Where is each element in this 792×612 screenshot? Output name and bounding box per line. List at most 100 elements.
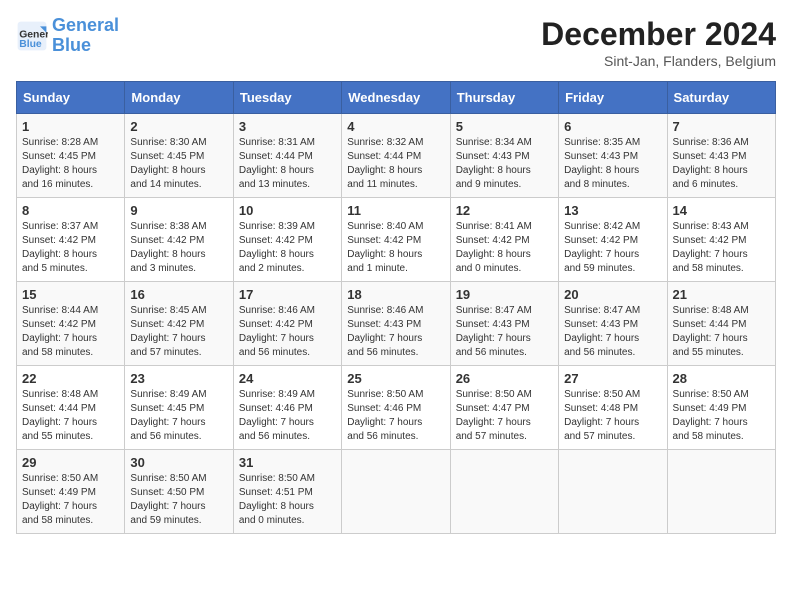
day-detail: Sunrise: 8:31 AMSunset: 4:44 PMDaylight:… <box>239 137 315 190</box>
day-number: 27 <box>564 371 661 386</box>
day-number: 14 <box>673 203 770 218</box>
day-number: 7 <box>673 119 770 134</box>
calendar-table: SundayMondayTuesdayWednesdayThursdayFrid… <box>16 81 776 534</box>
day-detail: Sunrise: 8:28 AMSunset: 4:45 PMDaylight:… <box>22 137 98 190</box>
day-detail: Sunrise: 8:49 AMSunset: 4:46 PMDaylight:… <box>239 389 315 442</box>
page-header: General Blue General Blue December 2024 … <box>16 16 776 69</box>
calendar-week-row: 8 Sunrise: 8:37 AMSunset: 4:42 PMDaylight… <box>17 198 776 282</box>
main-title: December 2024 <box>541 16 776 53</box>
calendar-day-cell: 5Sunrise: 8:34 AMSunset: 4:43 PMDaylight… <box>450 114 558 198</box>
day-detail: Sunrise: 8:43 AMSunset: 4:42 PMDaylight:… <box>673 221 749 274</box>
day-number: 23 <box>130 371 227 386</box>
logo-text-line1: General <box>52 16 119 36</box>
calendar-day-cell: 21 Sunrise: 8:48 AMSunset: 4:44 PMDayligh… <box>667 282 775 366</box>
calendar-day-cell: 9Sunrise: 8:38 AMSunset: 4:42 PMDaylight… <box>125 198 233 282</box>
day-number: 19 <box>456 287 553 302</box>
day-detail: Sunrise: 8:50 AMSunset: 4:46 PMDaylight:… <box>347 389 423 442</box>
calendar-week-row: 22 Sunrise: 8:48 AMSunset: 4:44 PMDayligh… <box>17 366 776 450</box>
day-number: 21 <box>673 287 770 302</box>
logo: General Blue General Blue <box>16 16 119 56</box>
day-number: 28 <box>673 371 770 386</box>
calendar-day-cell: 25 Sunrise: 8:50 AMSunset: 4:46 PMDayligh… <box>342 366 450 450</box>
day-number: 13 <box>564 203 661 218</box>
calendar-day-cell: 7 Sunrise: 8:36 AMSunset: 4:43 PMDaylight… <box>667 114 775 198</box>
calendar-day-cell: 22 Sunrise: 8:48 AMSunset: 4:44 PMDayligh… <box>17 366 125 450</box>
day-detail: Sunrise: 8:35 AMSunset: 4:43 PMDaylight:… <box>564 137 640 190</box>
day-detail: Sunrise: 8:49 AMSunset: 4:45 PMDaylight:… <box>130 389 206 442</box>
calendar-day-cell: 4 Sunrise: 8:32 AMSunset: 4:44 PMDaylight… <box>342 114 450 198</box>
day-number: 4 <box>347 119 444 134</box>
column-header-tuesday: Tuesday <box>233 82 341 114</box>
day-detail: Sunrise: 8:30 AMSunset: 4:45 PMDaylight:… <box>130 137 206 190</box>
column-header-sunday: Sunday <box>17 82 125 114</box>
day-number: 22 <box>22 371 119 386</box>
day-detail: Sunrise: 8:46 AMSunset: 4:42 PMDaylight:… <box>239 305 315 358</box>
day-number: 20 <box>564 287 661 302</box>
calendar-day-cell: 19Sunrise: 8:47 AMSunset: 4:43 PMDayligh… <box>450 282 558 366</box>
calendar-day-cell: 1 Sunrise: 8:28 AMSunset: 4:45 PMDaylight… <box>17 114 125 198</box>
logo-text-line2: Blue <box>52 36 119 56</box>
calendar-day-cell: 12 Sunrise: 8:41 AMSunset: 4:42 PMDayligh… <box>450 198 558 282</box>
day-detail: Sunrise: 8:48 AMSunset: 4:44 PMDaylight:… <box>673 305 749 358</box>
calendar-day-cell: 13 Sunrise: 8:42 AMSunset: 4:42 PMDayligh… <box>559 198 667 282</box>
calendar-day-cell: 10 Sunrise: 8:39 AMSunset: 4:42 PMDayligh… <box>233 198 341 282</box>
day-detail: Sunrise: 8:39 AMSunset: 4:42 PMDaylight:… <box>239 221 315 274</box>
calendar-day-cell: 29 Sunrise: 8:50 AMSunset: 4:49 PMDayligh… <box>17 450 125 534</box>
day-detail: Sunrise: 8:50 AMSunset: 4:50 PMDaylight:… <box>130 473 206 526</box>
column-header-friday: Friday <box>559 82 667 114</box>
title-area: December 2024 Sint-Jan, Flanders, Belgiu… <box>541 16 776 69</box>
calendar-empty-cell <box>667 450 775 534</box>
day-number: 18 <box>347 287 444 302</box>
calendar-day-cell: 30Sunrise: 8:50 AMSunset: 4:50 PMDayligh… <box>125 450 233 534</box>
day-number: 1 <box>22 119 119 134</box>
column-header-wednesday: Wednesday <box>342 82 450 114</box>
day-number: 17 <box>239 287 336 302</box>
calendar-day-cell: 3 Sunrise: 8:31 AMSunset: 4:44 PMDaylight… <box>233 114 341 198</box>
column-header-monday: Monday <box>125 82 233 114</box>
calendar-day-cell: 15Sunrise: 8:44 AMSunset: 4:42 PMDayligh… <box>17 282 125 366</box>
day-detail: Sunrise: 8:50 AMSunset: 4:48 PMDaylight:… <box>564 389 640 442</box>
day-number: 24 <box>239 371 336 386</box>
day-detail: Sunrise: 8:32 AMSunset: 4:44 PMDaylight:… <box>347 137 423 190</box>
day-detail: Sunrise: 8:41 AMSunset: 4:42 PMDaylight:… <box>456 221 532 274</box>
calendar-week-row: 1 Sunrise: 8:28 AMSunset: 4:45 PMDaylight… <box>17 114 776 198</box>
calendar-day-cell: 11Sunrise: 8:40 AMSunset: 4:42 PMDayligh… <box>342 198 450 282</box>
day-detail: Sunrise: 8:36 AMSunset: 4:43 PMDaylight:… <box>673 137 749 190</box>
calendar-day-cell: 17 Sunrise: 8:46 AMSunset: 4:42 PMDayligh… <box>233 282 341 366</box>
column-header-thursday: Thursday <box>450 82 558 114</box>
calendar-day-cell: 28 Sunrise: 8:50 AMSunset: 4:49 PMDayligh… <box>667 366 775 450</box>
day-detail: Sunrise: 8:45 AMSunset: 4:42 PMDaylight:… <box>130 305 206 358</box>
day-number: 26 <box>456 371 553 386</box>
column-header-saturday: Saturday <box>667 82 775 114</box>
calendar-empty-cell <box>450 450 558 534</box>
calendar-day-cell: 14 Sunrise: 8:43 AMSunset: 4:42 PMDayligh… <box>667 198 775 282</box>
day-detail: Sunrise: 8:48 AMSunset: 4:44 PMDaylight:… <box>22 389 98 442</box>
day-detail: Sunrise: 8:37 AMSunset: 4:42 PMDaylight:… <box>22 221 98 274</box>
day-detail: Sunrise: 8:47 AMSunset: 4:43 PMDaylight:… <box>564 305 640 358</box>
day-detail: Sunrise: 8:50 AMSunset: 4:49 PMDaylight:… <box>22 473 98 526</box>
calendar-day-cell: 18 Sunrise: 8:46 AMSunset: 4:43 PMDayligh… <box>342 282 450 366</box>
calendar-day-cell: 20 Sunrise: 8:47 AMSunset: 4:43 PMDayligh… <box>559 282 667 366</box>
day-detail: Sunrise: 8:42 AMSunset: 4:42 PMDaylight:… <box>564 221 640 274</box>
day-number: 8 <box>22 203 119 218</box>
day-number: 9 <box>130 203 227 218</box>
day-detail: Sunrise: 8:50 AMSunset: 4:49 PMDaylight:… <box>673 389 749 442</box>
logo-icon: General Blue <box>16 20 48 52</box>
day-number: 12 <box>456 203 553 218</box>
day-number: 15 <box>22 287 119 302</box>
day-number: 31 <box>239 455 336 470</box>
calendar-day-cell: 31 Sunrise: 8:50 AMSunset: 4:51 PMDayligh… <box>233 450 341 534</box>
subtitle: Sint-Jan, Flanders, Belgium <box>541 53 776 69</box>
calendar-day-cell: 6Sunrise: 8:35 AMSunset: 4:43 PMDaylight… <box>559 114 667 198</box>
calendar-day-cell: 26 Sunrise: 8:50 AMSunset: 4:47 PMDayligh… <box>450 366 558 450</box>
day-detail: Sunrise: 8:50 AMSunset: 4:51 PMDaylight:… <box>239 473 315 526</box>
day-number: 3 <box>239 119 336 134</box>
calendar-day-cell: 2Sunrise: 8:30 AMSunset: 4:45 PMDaylight… <box>125 114 233 198</box>
day-detail: Sunrise: 8:34 AMSunset: 4:43 PMDaylight:… <box>456 137 532 190</box>
day-detail: Sunrise: 8:46 AMSunset: 4:43 PMDaylight:… <box>347 305 423 358</box>
day-number: 25 <box>347 371 444 386</box>
day-detail: Sunrise: 8:50 AMSunset: 4:47 PMDaylight:… <box>456 389 532 442</box>
day-number: 29 <box>22 455 119 470</box>
calendar-header-row: SundayMondayTuesdayWednesdayThursdayFrid… <box>17 82 776 114</box>
day-number: 10 <box>239 203 336 218</box>
